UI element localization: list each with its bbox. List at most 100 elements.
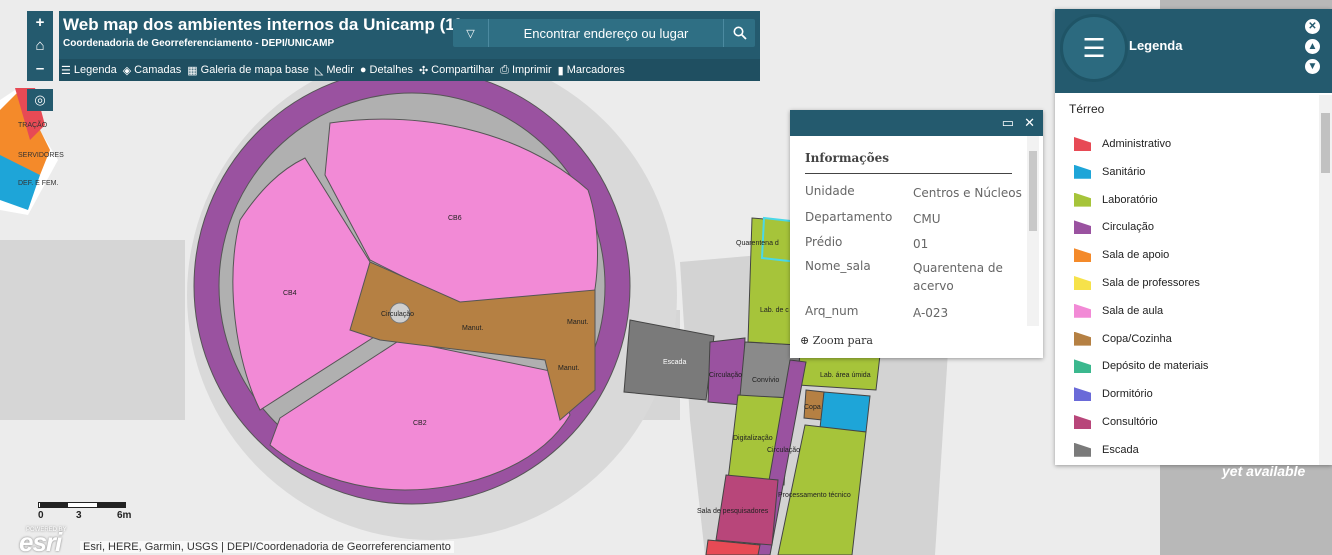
home-button[interactable]: ⌂ [35, 34, 44, 57]
tool-compartilhar[interactable]: ✣ Compartilhar [419, 64, 494, 77]
toolbar: ☰ Legenda ◈ Camadas ▦ Galeria de mapa base … [59, 59, 760, 81]
info-popup: ▭ ✕ Informações Unidade Centros e Núcleos… [790, 110, 1043, 358]
zoom-to-link[interactable]: ⊕ Zoom para [800, 334, 873, 347]
map-label-circulacao: Circulação [709, 372, 742, 379]
esri-logo[interactable]: esri [19, 527, 62, 555]
popup-title: Informações [805, 151, 889, 165]
legend-label: Sala de apoio [1102, 249, 1170, 262]
legend-item: Sanitário [1074, 164, 1145, 180]
legend-swatch [1074, 415, 1091, 429]
close-icon[interactable]: ✕ [1024, 115, 1035, 131]
legend-item: Escada [1074, 442, 1139, 458]
zoom-in-button[interactable]: + [36, 11, 45, 34]
search-input[interactable]: Encontrar endereço ou lugar [489, 26, 723, 41]
legend-swatch [1074, 220, 1091, 235]
zoom-icon: ⊕ [800, 334, 810, 347]
chevron-down-icon: ▽ [466, 27, 475, 40]
legend-label: Copa/Cozinha [1102, 332, 1172, 345]
map-label-digitalizacao: Digitalização [733, 435, 773, 442]
legend-item: Sala de professores [1074, 275, 1200, 291]
building-shadow [0, 240, 185, 420]
map-label-manut: Manut. [558, 365, 579, 372]
bookmark-icon: ▮ [557, 64, 564, 77]
tool-camadas[interactable]: ◈ Camadas [123, 64, 182, 77]
chevron-down-icon[interactable]: ▼ [1305, 59, 1320, 74]
legend-section-title: Térreo [1069, 102, 1105, 116]
tool-galeria[interactable]: ▦ Galeria de mapa base [187, 64, 309, 77]
legend-item: Laboratório [1074, 192, 1158, 208]
legend-title: Legenda [1129, 38, 1183, 53]
map-label-processamento: Processamento técnico [778, 492, 851, 499]
app-subtitle: Coordenadoria de Georreferenciamento - D… [63, 38, 335, 49]
legend-label: Depósito de materiais [1102, 360, 1209, 373]
map-attribution: Esri, HERE, Garmin, USGS | DEPI/Coordena… [80, 541, 454, 553]
list-icon: ☰ [1060, 14, 1128, 82]
zoom-controls: + ⌂ – [27, 11, 53, 81]
legend-label: Consultório [1102, 416, 1158, 428]
search-icon [733, 26, 747, 40]
map-label-lab: Lab. de c [760, 307, 789, 314]
legend-swatch [1074, 276, 1091, 290]
locate-icon: ◎ [34, 92, 46, 107]
tool-imprimir[interactable]: ⎙ Imprimir [500, 64, 552, 77]
legend-item: Administrativo [1074, 136, 1171, 152]
not-available-text: yet available [1222, 463, 1306, 479]
legend-header: ☰ Legenda ✕ ▲ ▼ [1055, 9, 1332, 93]
legend-label: Laboratório [1102, 193, 1158, 206]
map-label-cb2: CB2 [413, 420, 427, 427]
search-button[interactable] [723, 19, 755, 47]
popup-scrollbar[interactable] [1027, 136, 1039, 326]
map-label-escada: Escada [663, 359, 686, 366]
map-label-def-fem: DEF. E FEM. [18, 180, 59, 187]
legend-swatch [1074, 192, 1091, 207]
legend-label: Escada [1102, 443, 1139, 456]
tool-detalhes[interactable]: ● Detalhes [360, 64, 413, 76]
legend-label: Administrativo [1102, 138, 1172, 150]
legend-swatch [1074, 442, 1091, 457]
close-icon[interactable]: ✕ [1305, 19, 1320, 34]
map-label-manut: Manut. [462, 325, 483, 332]
legend-item: Depósito de materiais [1074, 358, 1208, 374]
chevron-up-icon[interactable]: ▲ [1305, 39, 1320, 54]
legend-scrollbar[interactable] [1319, 95, 1332, 465]
map-label-sala-pesquisadores: Sala de pesquisadores [697, 508, 769, 515]
legend-panel: ☰ Legenda ✕ ▲ ▼ Térreo Administrativo San… [1055, 9, 1332, 465]
info-icon: ● [359, 64, 367, 76]
tool-marcadores[interactable]: ▮ Marcadores [558, 64, 625, 77]
legend-swatch [1074, 164, 1091, 179]
tool-medir[interactable]: ◺ Medir [315, 64, 354, 77]
legend-item: Dormitório [1074, 386, 1153, 402]
app-header: Web map dos ambientes internos da Unicam… [59, 11, 760, 81]
legend-swatch [1074, 137, 1091, 151]
search-source-dropdown[interactable]: ▽ [453, 19, 489, 47]
legend-label: Sala de aula [1102, 304, 1164, 317]
map-label-admin: TRAÇÃO [18, 120, 48, 129]
zoom-out-button[interactable]: – [36, 57, 44, 80]
grid-icon: ▦ [187, 64, 198, 77]
legend-item: Circulação [1074, 219, 1154, 235]
legend-swatch [1074, 303, 1091, 318]
locate-button[interactable]: ◎ [27, 89, 53, 111]
map-label-lab-umida: Lab. área úmida [820, 372, 871, 379]
map-label-servidores: SERVIDORES [18, 152, 64, 159]
tool-legenda[interactable]: ☰ Legenda [61, 64, 117, 77]
legend-swatch [1074, 359, 1091, 374]
maximize-icon[interactable]: ▭ [1002, 115, 1014, 131]
list-icon: ☰ [61, 64, 71, 77]
map-label-quarentena: Quarentena d [736, 240, 779, 247]
map-label-cb4: CB4 [283, 290, 297, 297]
legend-item: Sala de apoio [1074, 247, 1169, 263]
app-title: Web map dos ambientes internos da Unicam… [63, 15, 494, 34]
legend-item: Consultório [1074, 414, 1158, 430]
map-label-circulacao: Circulação [381, 311, 414, 318]
legend-label: Sanitário [1102, 165, 1146, 178]
layers-icon: ◈ [122, 64, 132, 77]
map-label-manut: Manut. [567, 319, 588, 326]
legend-label: Sala de professores [1102, 277, 1200, 289]
legend-label: Circulação [1102, 221, 1154, 234]
share-icon: ✣ [418, 64, 429, 77]
map-label-circulacao: Circulação [767, 447, 800, 454]
legend-swatch [1074, 248, 1091, 263]
legend-item: Sala de aula [1074, 303, 1163, 319]
search-box: ▽ Encontrar endereço ou lugar [453, 19, 755, 47]
